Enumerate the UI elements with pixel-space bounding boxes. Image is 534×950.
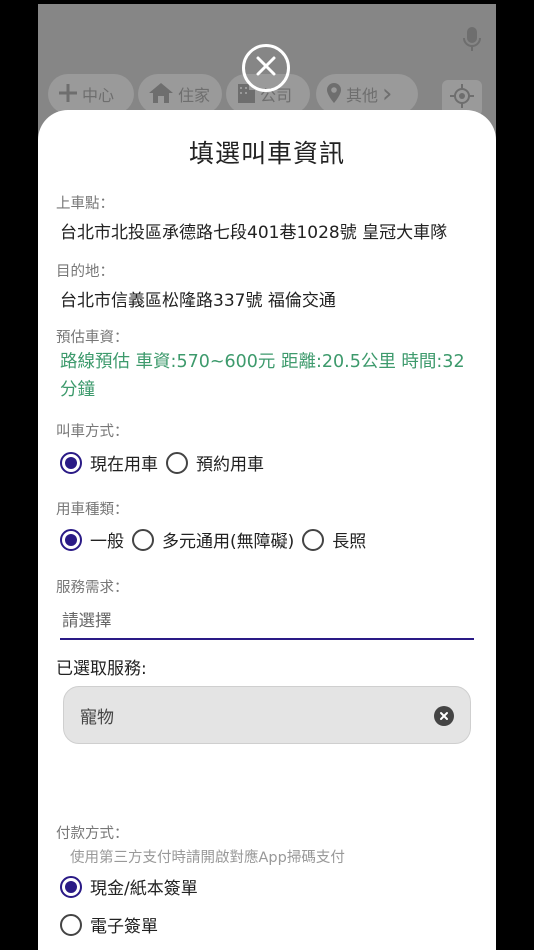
pickup-value: 台北市北投區承德路七段401巷1028號 皇冠大車隊	[60, 223, 448, 243]
radio-label: 現在用車	[90, 455, 158, 475]
vehicle-type-group: 一般 多元通用(無障礙) 長照	[60, 527, 374, 552]
page-title: 填選叫車資訊	[188, 139, 345, 168]
service-label: 服務需求：	[56, 580, 129, 596]
radio-vehicle-longterm-care[interactable]: 長照	[302, 527, 366, 552]
radio-button[interactable]	[132, 528, 154, 551]
selected-service-chip: 寵物	[63, 686, 471, 744]
map-chip-label: 中心	[82, 86, 115, 105]
home-icon	[148, 82, 174, 107]
crosshair-icon	[449, 83, 475, 113]
destination-label: 目的地：	[56, 264, 114, 280]
selected-service-text: 寵物	[80, 707, 114, 728]
radio-label: 預約用車	[196, 455, 264, 475]
destination-value: 台北市信義區松隆路337號 福倫交通	[60, 291, 336, 311]
radio-call-now[interactable]: 現在用車	[60, 450, 158, 475]
radio-label: 電子簽單	[90, 917, 158, 937]
radio-label: 多元通用(無障礙)	[162, 532, 295, 552]
payment-hint: 使用第三方支付時請開啟對應App掃碼支付	[70, 850, 345, 866]
fare-estimate: 路線預估 車資:570~600元 距離:20.5公里 時間:32分鐘	[60, 352, 465, 400]
radio-vehicle-accessible[interactable]: 多元通用(無障礙)	[132, 527, 294, 552]
fare-label: 預估車資：	[56, 330, 129, 346]
radio-button[interactable]	[60, 451, 82, 474]
radio-button[interactable]	[60, 913, 82, 936]
payment-label: 付款方式：	[56, 826, 129, 842]
selected-services-label: 已選取服務:	[56, 659, 147, 679]
close-icon	[255, 55, 277, 81]
vehicle-type-label: 用車種類：	[56, 502, 129, 518]
ride-info-sheet: 填選叫車資訊 上車點： 台北市北投區承德路七段401巷1028號 皇冠大車隊 目…	[38, 110, 496, 950]
pin-icon	[326, 82, 342, 107]
map-chip-label: 其他	[346, 86, 379, 105]
radio-label: 長照	[332, 532, 367, 552]
close-icon	[440, 712, 448, 720]
call-mode-label: 叫車方式：	[56, 424, 129, 440]
radio-label: 一般	[90, 532, 124, 552]
radio-label: 現金/紙本簽單	[90, 879, 198, 899]
pickup-label: 上車點：	[56, 196, 114, 212]
close-dialog-button[interactable]	[242, 44, 290, 92]
radio-button[interactable]	[60, 875, 82, 898]
radio-button[interactable]	[302, 528, 325, 551]
payment-option-cash[interactable]: 現金/紙本簽單	[60, 874, 198, 899]
radio-vehicle-general[interactable]: 一般	[60, 527, 124, 552]
plus-icon	[58, 83, 78, 106]
microphone-icon[interactable]	[462, 26, 482, 52]
service-select[interactable]: 請選擇	[60, 606, 474, 640]
map-chip-label: 住家	[178, 86, 211, 105]
call-mode-group: 現在用車 預約用車	[60, 450, 272, 475]
remove-service-button[interactable]	[434, 706, 454, 726]
map-chip-home[interactable]: 住家	[138, 74, 222, 114]
radio-call-reserve[interactable]: 預約用車	[166, 450, 264, 475]
map-chip-center[interactable]: 中心	[48, 74, 134, 114]
chevron-right-icon: ›	[382, 79, 393, 109]
radio-button[interactable]	[166, 451, 188, 474]
payment-option-electronic[interactable]: 電子簽單	[60, 912, 158, 937]
map-chip-other[interactable]: 其他 ›	[316, 74, 418, 114]
radio-button[interactable]	[60, 528, 82, 551]
phone-screen: 中心 住家 公司 其他 › 填選叫車資訊 上車點： 台北市北投區承德路七段401…	[38, 4, 496, 950]
